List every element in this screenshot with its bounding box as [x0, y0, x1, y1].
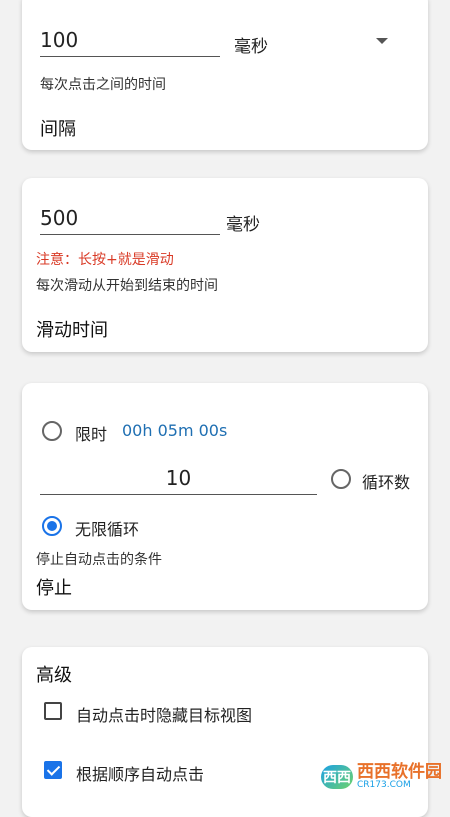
interval-title: 间隔 [40, 119, 76, 140]
time-limit-value[interactable]: 00h 05m 00s [122, 421, 227, 440]
swipe-input-wrap [40, 206, 220, 235]
infinite-loop-label: 无限循环 [75, 520, 140, 539]
interval-help-text: 每次点击之间的时间 [40, 77, 166, 93]
swipe-warning-text: 注意：长按+就是滑动 [36, 252, 174, 268]
cycles-label: 循环数 [362, 473, 411, 492]
time-limit-label: 限时 [75, 425, 108, 444]
interval-input-wrap [40, 28, 220, 57]
interval-input[interactable] [40, 28, 220, 57]
stop-condition-card: 限时 00h 05m 00s 循环数 无限循环 停止自动点击的条件 停止 [22, 383, 428, 610]
interval-card: 毫秒 每次点击之间的时间 间隔 [22, 0, 428, 150]
sequential-click-checkbox[interactable] [44, 761, 62, 779]
swipe-title: 滑动时间 [36, 320, 108, 341]
cycles-input[interactable] [40, 466, 317, 495]
infinite-loop-radio[interactable] [42, 516, 62, 536]
swipe-unit-label: 毫秒 [226, 215, 260, 235]
cycles-input-wrap [40, 466, 317, 495]
cycles-radio[interactable] [331, 469, 351, 489]
sequential-click-label: 根据顺序自动点击 [76, 765, 205, 784]
stop-title: 停止 [36, 578, 72, 599]
stop-help-text: 停止自动点击的条件 [36, 552, 162, 568]
chevron-down-icon[interactable] [376, 38, 388, 44]
interval-unit-select[interactable]: 毫秒 [234, 32, 268, 57]
swipe-duration-input[interactable] [40, 206, 220, 235]
time-limit-radio[interactable] [42, 421, 62, 441]
advanced-card: 高级 自动点击时隐藏目标视图 根据顺序自动点击 [22, 647, 428, 817]
swipe-duration-card: 毫秒 注意：长按+就是滑动 每次滑动从开始到结束的时间 滑动时间 [22, 178, 428, 352]
hide-target-view-checkbox[interactable] [44, 702, 62, 720]
hide-target-view-label: 自动点击时隐藏目标视图 [76, 706, 253, 725]
advanced-title: 高级 [36, 665, 72, 686]
swipe-help-text: 每次滑动从开始到结束的时间 [36, 278, 218, 294]
